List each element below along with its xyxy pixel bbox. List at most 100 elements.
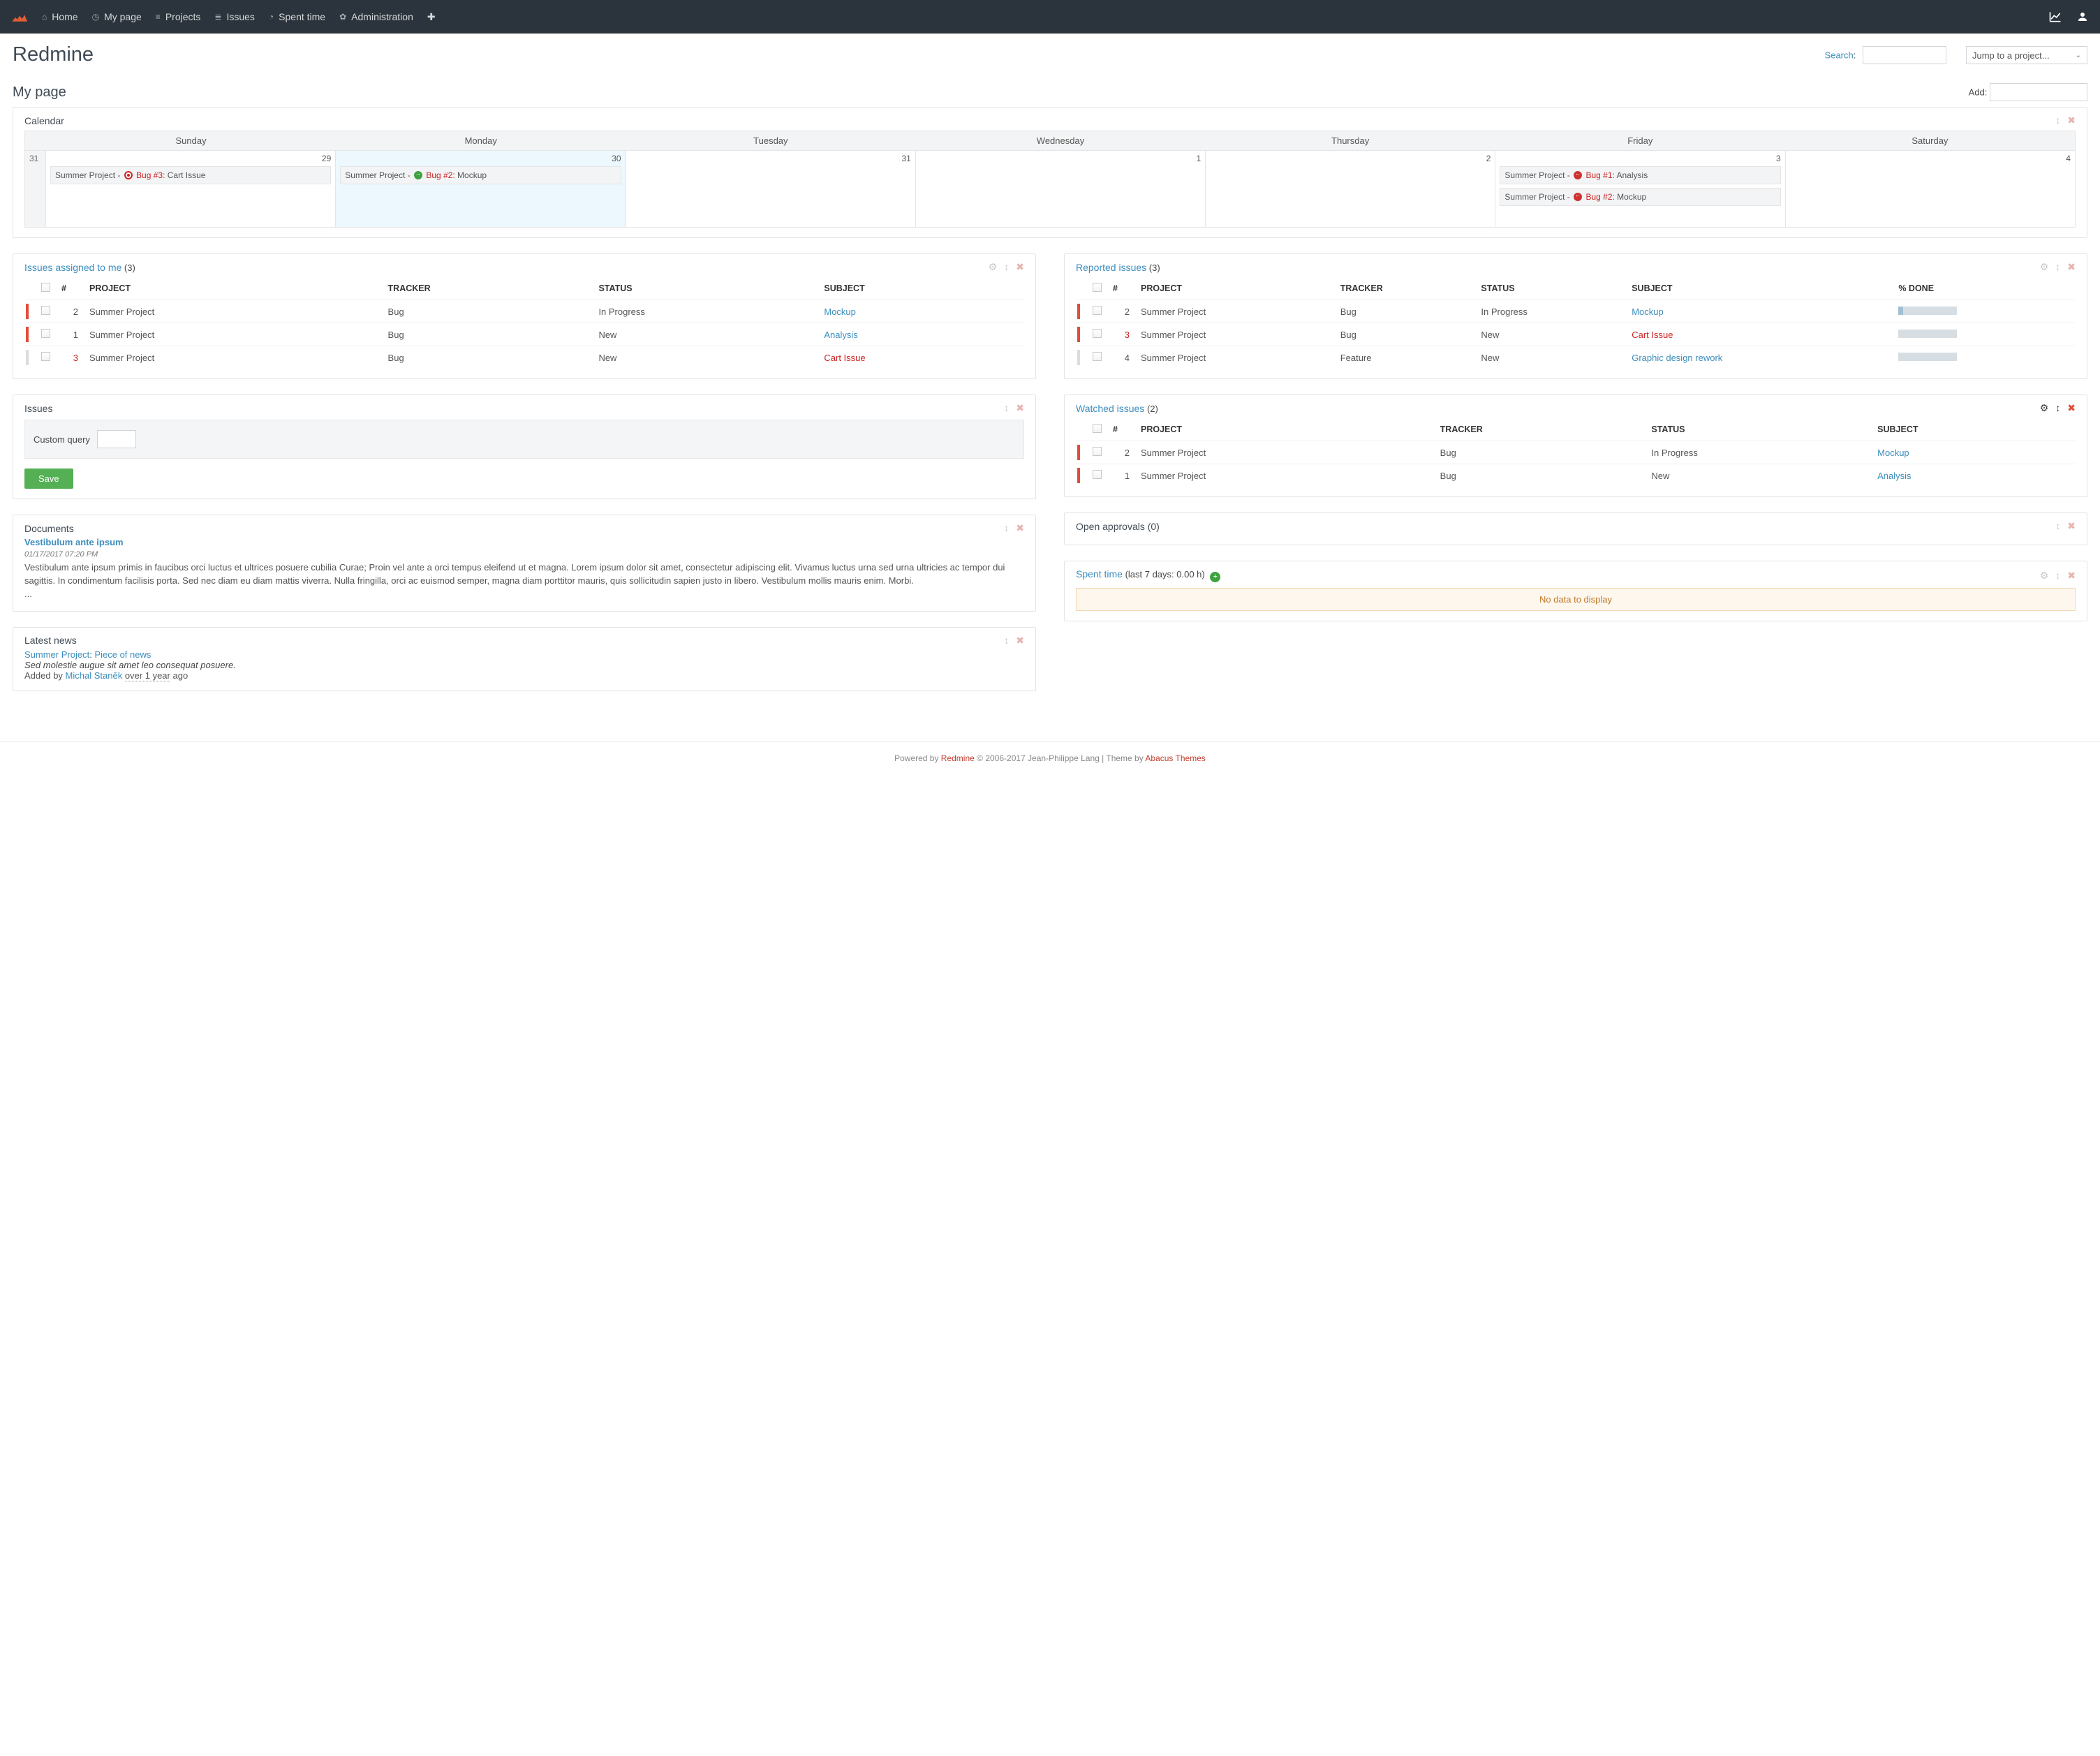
- news-age: over 1 year: [125, 670, 170, 681]
- nav-new[interactable]: ✚: [427, 11, 436, 23]
- reported-issues-block: Reported issues (3) ⚙ ↕ ✖ #PROJECTTRACKE…: [1064, 253, 2087, 379]
- move-handle-icon[interactable]: ↕: [2055, 520, 2060, 532]
- reported-title[interactable]: Reported issues: [1076, 262, 1146, 273]
- calendar-event[interactable]: Summer Project - Bug #3: Cart Issue: [50, 166, 331, 184]
- issue-link[interactable]: Analysis: [824, 330, 857, 340]
- gear-icon[interactable]: ⚙: [2040, 570, 2049, 582]
- calendar-event[interactable]: Summer Project - Bug #2: Mockup: [340, 166, 621, 184]
- row-checkbox[interactable]: [1093, 306, 1102, 315]
- nav-projects[interactable]: ≡Projects: [156, 11, 201, 22]
- calendar-day-cell[interactable]: 3Summer Project - Bug #1: AnalysisSummer…: [1495, 151, 1785, 228]
- issue-link[interactable]: Cart Issue: [1632, 330, 1673, 340]
- nav-administration[interactable]: ✿Administration: [339, 11, 413, 22]
- close-icon[interactable]: ✖: [2067, 261, 2076, 273]
- row-checkbox[interactable]: [1093, 352, 1102, 361]
- chart-icon[interactable]: [2048, 10, 2062, 24]
- documents-block: Documents ↕ ✖ Vestibulum ante ipsum 01/1…: [13, 515, 1036, 612]
- table-row[interactable]: 2Summer ProjectBugIn ProgressMockup: [24, 300, 1024, 323]
- select-all-checkbox[interactable]: [41, 283, 50, 292]
- nav-home[interactable]: ⌂Home: [42, 11, 78, 22]
- table-row[interactable]: 1Summer ProjectBugNewAnalysis: [24, 323, 1024, 346]
- gear-icon[interactable]: ⚙: [2040, 261, 2049, 273]
- move-handle-icon[interactable]: ↕: [2055, 402, 2060, 414]
- gear-icon[interactable]: ⚙: [989, 261, 998, 273]
- table-row[interactable]: 2Summer ProjectBugIn ProgressMockup: [1076, 441, 2076, 464]
- table-row[interactable]: 2Summer ProjectBugIn ProgressMockup: [1076, 300, 2076, 323]
- row-checkbox[interactable]: [41, 306, 50, 315]
- calendar-event[interactable]: Summer Project - Bug #1: Analysis: [1500, 166, 1780, 184]
- move-handle-icon[interactable]: ↕: [2055, 570, 2060, 582]
- table-row[interactable]: 3Summer ProjectBugNewCart Issue: [24, 346, 1024, 369]
- row-checkbox[interactable]: [1093, 329, 1102, 338]
- move-handle-icon[interactable]: ↕: [1004, 522, 1009, 534]
- custom-query-select[interactable]: [97, 430, 136, 448]
- issues-block-title: Issues: [24, 403, 52, 414]
- issue-link[interactable]: Analysis: [1877, 471, 1911, 481]
- custom-query-label: Custom query: [34, 434, 90, 445]
- calendar-day-cell[interactable]: 30Summer Project - Bug #2: Mockup: [336, 151, 626, 228]
- issue-link[interactable]: Mockup: [1632, 307, 1664, 317]
- footer-theme-link[interactable]: Abacus Themes: [1145, 753, 1206, 763]
- issue-link[interactable]: Cart Issue: [824, 353, 865, 363]
- project-jump-select[interactable]: Jump to a project... ⌄: [1966, 46, 2087, 64]
- close-icon[interactable]: ✖: [2067, 402, 2076, 414]
- calendar-day-cell[interactable]: 1: [916, 151, 1206, 228]
- row-checkbox[interactable]: [41, 352, 50, 361]
- issue-link[interactable]: Mockup: [824, 307, 856, 317]
- issues-icon: ≣: [214, 12, 221, 22]
- table-row[interactable]: 4Summer ProjectFeatureNewGraphic design …: [1076, 346, 2076, 369]
- watched-issues-block: Watched issues (2) ⚙ ↕ ✖ #PROJECTTRACKER…: [1064, 394, 2087, 497]
- close-icon[interactable]: ✖: [1016, 261, 1024, 273]
- table-row[interactable]: 3Summer ProjectBugNewCart Issue: [1076, 323, 2076, 346]
- select-all-checkbox[interactable]: [1093, 283, 1102, 292]
- search-input[interactable]: [1863, 46, 1946, 64]
- select-all-checkbox[interactable]: [1093, 424, 1102, 433]
- add-time-icon[interactable]: +: [1210, 572, 1220, 582]
- add-block-select[interactable]: [1990, 83, 2087, 101]
- close-icon[interactable]: ✖: [2067, 570, 2076, 582]
- app-logo-icon: [11, 8, 28, 25]
- issue-link[interactable]: Graphic design rework: [1632, 353, 1722, 363]
- assigned-title[interactable]: Issues assigned to me: [24, 262, 121, 273]
- calendar-event[interactable]: Summer Project - Bug #2: Mockup: [1500, 188, 1780, 206]
- search-link[interactable]: Search: [1825, 50, 1854, 61]
- table-row[interactable]: 1Summer ProjectBugNewAnalysis: [1076, 464, 2076, 487]
- documents-title: Documents: [24, 523, 74, 534]
- document-link[interactable]: Vestibulum ante ipsum: [24, 537, 124, 547]
- gear-icon[interactable]: ⚙: [2040, 402, 2049, 414]
- nodata-message: No data to display: [1076, 588, 2076, 611]
- calendar-day-cell[interactable]: 29Summer Project - Bug #3: Cart Issue: [46, 151, 336, 228]
- footer-redmine-link[interactable]: Redmine: [941, 753, 975, 763]
- nav-spent-time[interactable]: ◔Spent time: [269, 11, 325, 22]
- spent-time-title[interactable]: Spent time: [1076, 568, 1123, 580]
- close-icon[interactable]: ✖: [2067, 520, 2076, 532]
- news-item-link[interactable]: Piece of news: [94, 649, 151, 660]
- watched-title[interactable]: Watched issues: [1076, 403, 1144, 414]
- move-handle-icon[interactable]: ↕: [2055, 261, 2060, 273]
- reported-table: #PROJECTTRACKERSTATUSSUBJECT% DONE2Summe…: [1076, 277, 2076, 369]
- row-checkbox[interactable]: [1093, 447, 1102, 456]
- save-button[interactable]: Save: [24, 468, 73, 489]
- user-icon[interactable]: [2076, 10, 2089, 23]
- calendar-day-cell[interactable]: 2: [1206, 151, 1495, 228]
- close-icon[interactable]: ✖: [2067, 115, 2076, 126]
- calendar-title: Calendar: [24, 115, 64, 126]
- news-block: Latest news ↕ ✖ Summer Project: Piece of…: [13, 627, 1036, 691]
- list-icon: ≡: [156, 12, 161, 22]
- issue-link[interactable]: Mockup: [1877, 448, 1909, 458]
- move-handle-icon[interactable]: ↕: [1004, 635, 1009, 647]
- calendar-day-cell[interactable]: 4: [1786, 151, 2076, 228]
- calendar-day-cell[interactable]: 31: [626, 151, 916, 228]
- close-icon[interactable]: ✖: [1016, 402, 1024, 414]
- move-handle-icon[interactable]: ↕: [1004, 261, 1009, 273]
- row-checkbox[interactable]: [1093, 470, 1102, 479]
- move-handle-icon[interactable]: ↕: [2055, 115, 2060, 126]
- close-icon[interactable]: ✖: [1016, 635, 1024, 647]
- row-checkbox[interactable]: [41, 329, 50, 338]
- news-author-link[interactable]: Michal Staněk: [66, 670, 123, 681]
- move-handle-icon[interactable]: ↕: [1004, 402, 1009, 414]
- news-project-link[interactable]: Summer Project: [24, 649, 89, 660]
- close-icon[interactable]: ✖: [1016, 522, 1024, 534]
- nav-my-page[interactable]: ◷My page: [92, 11, 142, 22]
- nav-issues[interactable]: ≣Issues: [214, 11, 255, 22]
